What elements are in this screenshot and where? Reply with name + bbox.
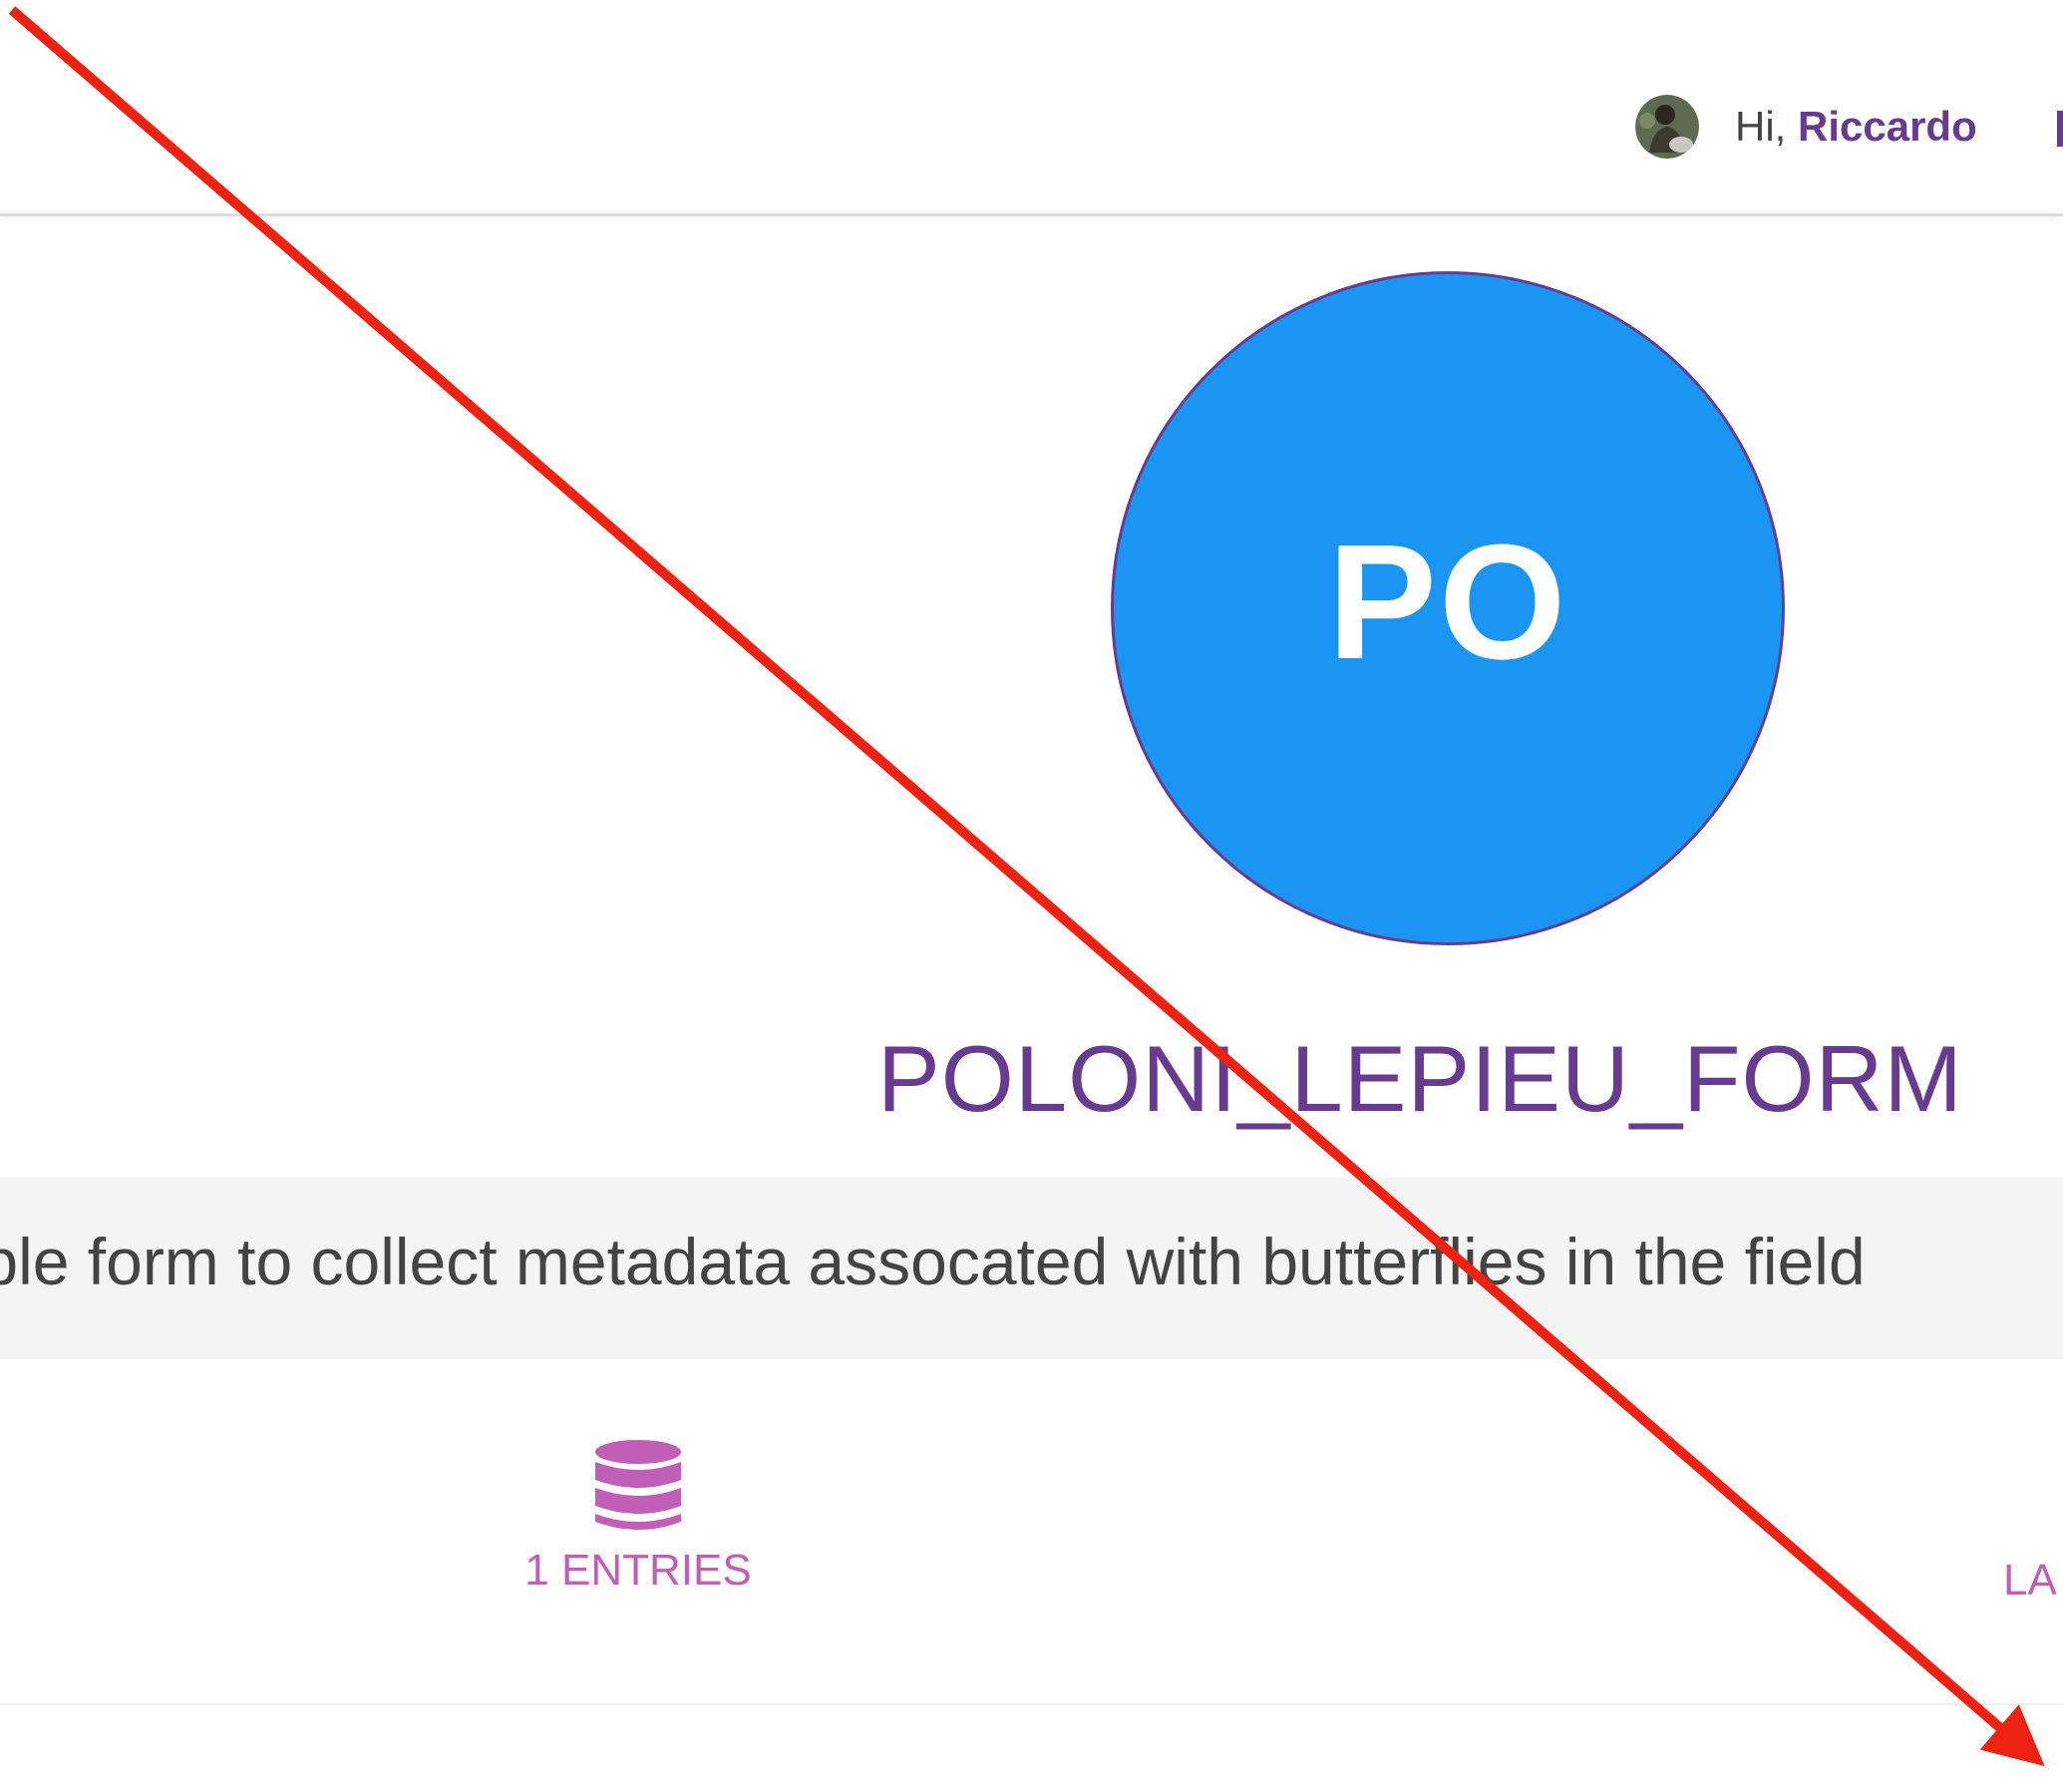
project-description: A simple form to collect metadata assoca… <box>0 1225 1866 1298</box>
project-title: POLONI_LEPIEU_FORM <box>877 1026 1963 1131</box>
project-description-bar: A simple form to collect metadata assoca… <box>0 1178 2063 1359</box>
nav-item-cutoff[interactable] <box>2057 111 2063 147</box>
entries-count-label[interactable]: 1 ENTRIES <box>509 1546 768 1596</box>
user-greeting: Hi, Riccardo <box>1735 103 1977 151</box>
user-avatar[interactable] <box>1635 95 1699 159</box>
project-logo: PO <box>1111 271 1785 945</box>
user-menu[interactable]: Hi, Riccardo <box>1635 94 1977 160</box>
last-stat-label[interactable]: LA <box>2003 1556 2057 1606</box>
user-name-link[interactable]: Riccardo <box>1798 103 1977 150</box>
database-icon <box>595 1440 681 1530</box>
section-divider <box>0 1703 2063 1705</box>
top-navbar: Hi, Riccardo <box>0 0 2063 216</box>
entries-stat[interactable]: 1 ENTRIES <box>509 1438 768 1596</box>
red-arrow-annotation <box>8 6 2045 1767</box>
greeting-prefix: Hi, <box>1735 103 1798 150</box>
project-logo-initials: PO <box>1327 511 1568 693</box>
project-page: Hi, Riccardo PO POLONI_LEPIEU_FORM A sim… <box>0 0 2063 1792</box>
